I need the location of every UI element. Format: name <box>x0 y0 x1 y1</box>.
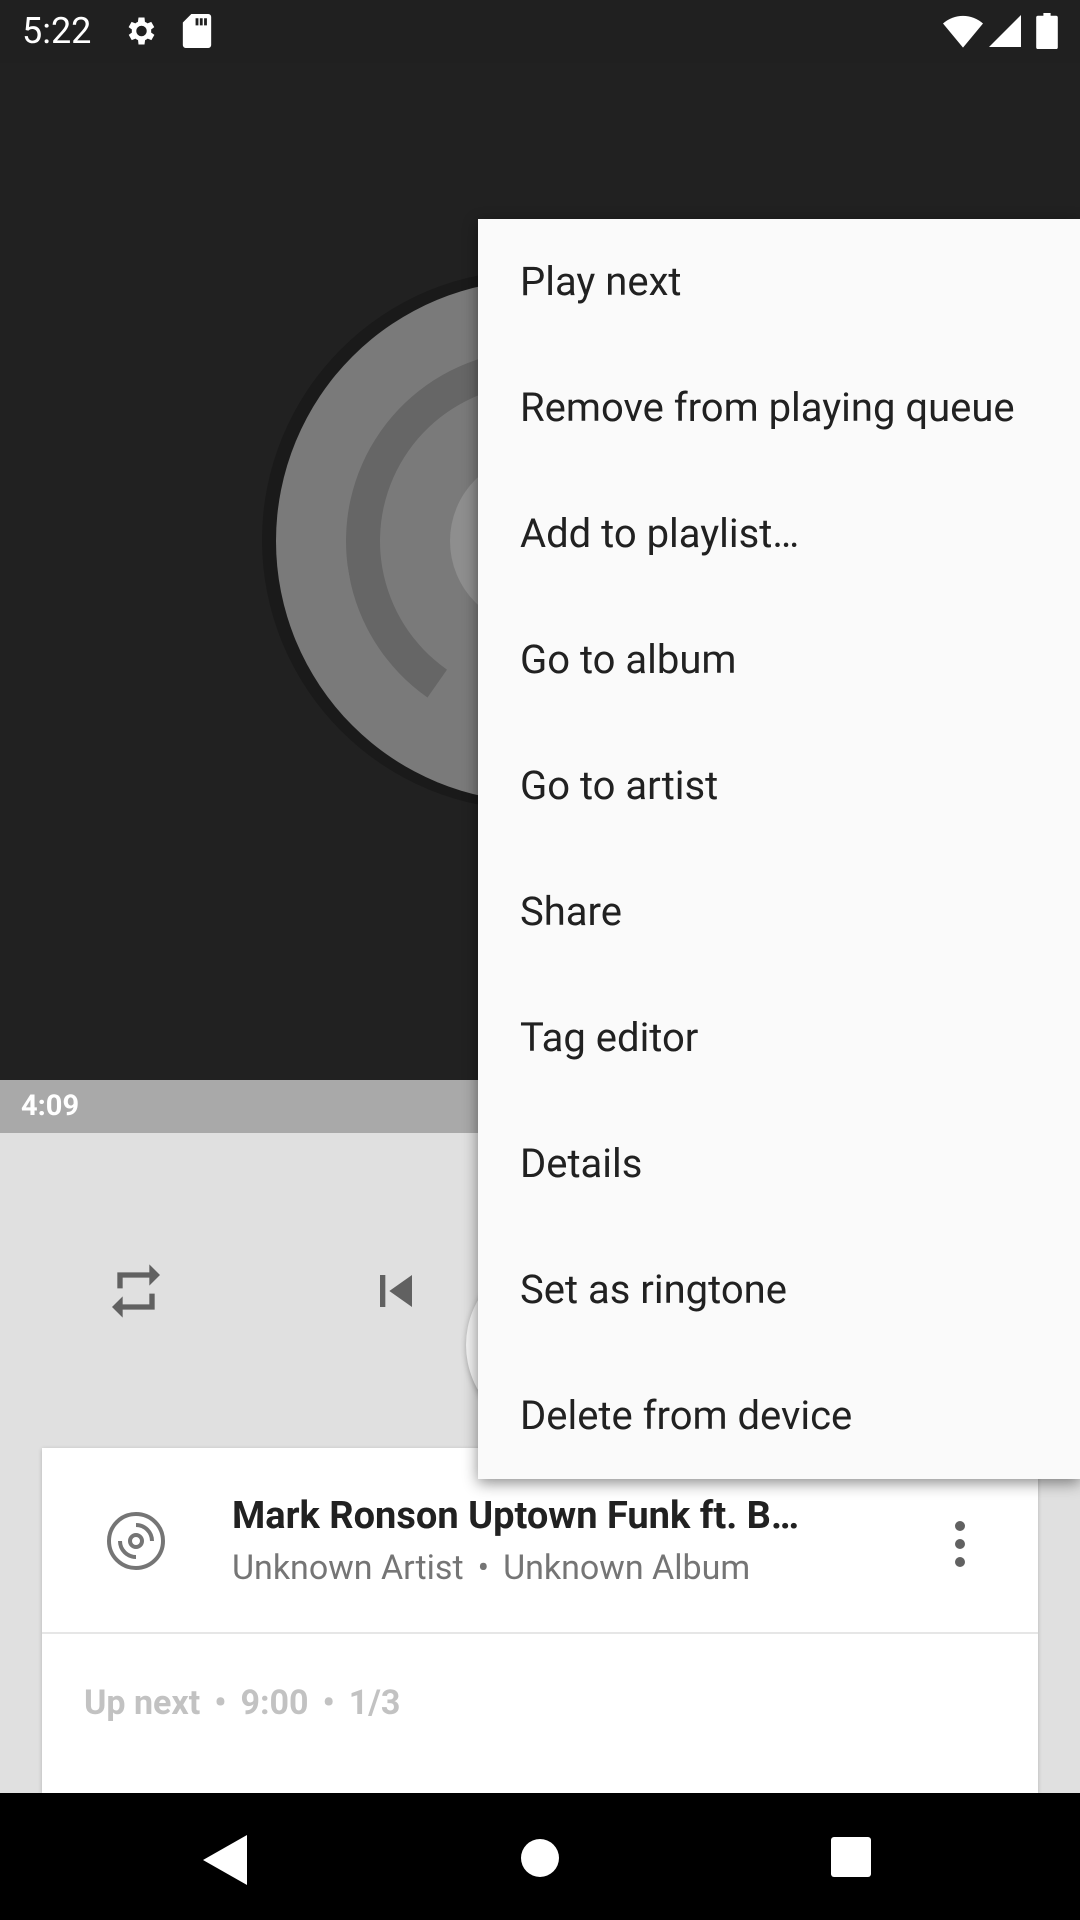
up-next-duration: 9:00 <box>240 1683 309 1723</box>
menu-item-go-to-album[interactable]: Go to album <box>478 597 1080 723</box>
song-title: Mark Ronson Uptown Funk ft. B… <box>232 1494 800 1538</box>
settings-icon <box>128 17 155 45</box>
song-artist: Unknown Artist <box>232 1548 464 1588</box>
up-next-info: Up next • 9:00 • 1/3 <box>84 1683 400 1723</box>
battery-icon <box>1036 13 1058 49</box>
separator-dot: • <box>322 1683 335 1723</box>
home-icon[interactable] <box>520 1838 560 1878</box>
menu-item-set-as-ringtone[interactable]: Set as ringtone <box>478 1227 1080 1353</box>
up-next-label: Up next <box>84 1683 201 1723</box>
up-next-position: 1/3 <box>348 1683 401 1723</box>
menu-item-delete-from-device[interactable]: Delete from device <box>478 1353 1080 1479</box>
back-icon[interactable] <box>203 1835 247 1885</box>
album-disc-icon <box>107 1512 165 1570</box>
song-album: Unknown Album <box>503 1548 751 1588</box>
elapsed-time: 4:09 <box>21 1089 80 1123</box>
overflow-menu: Play next Remove from playing queue Add … <box>478 219 1080 1479</box>
menu-item-add-to-playlist[interactable]: Add to playlist… <box>478 471 1080 597</box>
separator-dot: • <box>477 1548 490 1588</box>
sd-card-icon <box>182 14 212 48</box>
menu-item-details[interactable]: Details <box>478 1101 1080 1227</box>
status-bar: 5:22 <box>0 0 1080 63</box>
song-subtitle: Unknown Artist • Unknown Album <box>232 1548 750 1588</box>
queue-card: Mark Ronson Uptown Funk ft. B… Unknown A… <box>42 1448 1038 1793</box>
more-vert-icon[interactable] <box>940 1520 980 1568</box>
cell-signal-icon <box>989 15 1021 47</box>
navigation-bar <box>0 1793 1080 1920</box>
status-time: 5:22 <box>22 10 92 52</box>
menu-item-remove-from-queue[interactable]: Remove from playing queue <box>478 345 1080 471</box>
repeat-icon[interactable] <box>104 1259 168 1323</box>
menu-item-go-to-artist[interactable]: Go to artist <box>478 723 1080 849</box>
recents-icon[interactable] <box>830 1836 872 1878</box>
previous-icon[interactable] <box>364 1259 428 1323</box>
menu-item-share[interactable]: Share <box>478 849 1080 975</box>
menu-item-play-next[interactable]: Play next <box>478 219 1080 345</box>
wifi-icon <box>943 15 983 48</box>
menu-item-tag-editor[interactable]: Tag editor <box>478 975 1080 1101</box>
separator-dot: • <box>214 1683 227 1723</box>
